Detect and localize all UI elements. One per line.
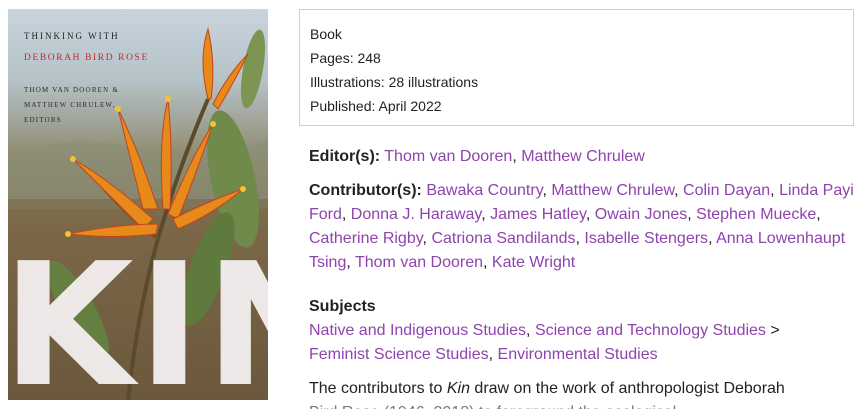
- contributor-link[interactable]: James Hatley: [490, 206, 586, 223]
- subject-link[interactable]: Feminist Science Studies: [309, 346, 489, 363]
- contributors-label: Contributor(s):: [309, 182, 422, 199]
- description-text: The contributors to: [309, 380, 447, 397]
- subject-link[interactable]: Environmental Studies: [498, 346, 658, 363]
- contributors-section: Contributor(s): Bawaka Country, Matthew …: [309, 182, 854, 271]
- contributor-link[interactable]: Colin Dayan: [683, 182, 770, 199]
- subject-link[interactable]: Native and Indigenous Studies: [309, 322, 526, 339]
- editor-link[interactable]: Matthew Chrulew: [521, 148, 645, 165]
- contributor-link[interactable]: Thom van Dooren: [355, 254, 483, 271]
- cover-editors: THOM VAN DOOREN & MATTHEW CHRULEW, EDITO…: [24, 83, 164, 128]
- book-published-date: Published: April 2022: [310, 98, 442, 114]
- book-pages: Pages: 248: [310, 50, 381, 66]
- book-cover[interactable]: THINKING WITH DEBORAH BIRD ROSE THOM VAN…: [8, 9, 268, 400]
- description-cut-line: Bird Rose (1946–2018) to foreground the …: [309, 401, 854, 409]
- editors-label: Editor(s):: [309, 148, 381, 165]
- subjects-list: Native and Indigenous Studies, Science a…: [309, 322, 780, 363]
- contributor-link[interactable]: Catherine Rigby: [309, 230, 423, 247]
- contributor-link[interactable]: Matthew Chrulew: [551, 182, 674, 199]
- cover-series-title: THINKING WITH: [24, 31, 120, 41]
- contributor-link[interactable]: Owain Jones: [595, 206, 688, 223]
- contributor-link[interactable]: Stephen Muecke: [696, 206, 816, 223]
- description-text: draw on the work of anthropologist Debor…: [469, 380, 785, 397]
- contributor-link[interactable]: Isabelle Stengers: [584, 230, 708, 247]
- book-description: The contributors to Kin draw on the work…: [309, 377, 854, 401]
- subject-link[interactable]: Science and Technology Studies: [535, 322, 766, 339]
- cover-title: KIN: [8, 227, 268, 400]
- book-format: Book: [310, 26, 342, 42]
- editor-link[interactable]: Thom van Dooren: [384, 148, 512, 165]
- description-book-title: Kin: [446, 380, 470, 397]
- book-illustrations: Illustrations: 28 illustrations: [310, 74, 479, 90]
- cover-editors-line: EDITORS: [24, 116, 62, 124]
- subjects-heading: Subjects: [309, 298, 376, 315]
- book-details-box: Book Pages: 248 Illustrations: 28 illust…: [299, 9, 854, 126]
- contributor-link[interactable]: Kate Wright: [492, 254, 575, 271]
- contributor-link[interactable]: Catriona Sandilands: [431, 230, 575, 247]
- subject-separator: >: [770, 322, 780, 339]
- cover-honoree: DEBORAH BIRD ROSE: [24, 53, 149, 63]
- editors-section: Editor(s): Thom van Dooren, Matthew Chru…: [309, 148, 645, 165]
- cover-editors-line: THOM VAN DOOREN &: [24, 86, 120, 94]
- contributor-link[interactable]: Donna J. Haraway: [351, 206, 481, 223]
- contributor-link[interactable]: Bawaka Country: [426, 182, 542, 199]
- cover-editors-line: MATTHEW CHRULEW,: [24, 101, 116, 109]
